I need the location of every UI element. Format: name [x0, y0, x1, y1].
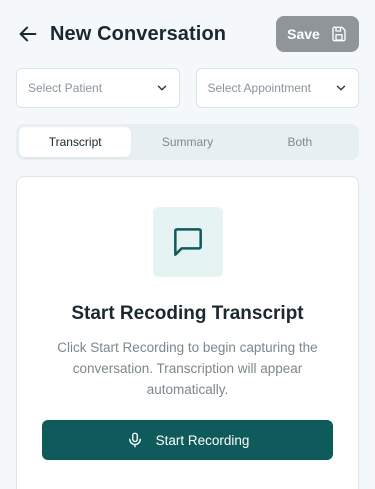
back-button[interactable]: [16, 22, 40, 46]
message-icon-tile: [153, 207, 223, 277]
arrow-left-icon: [19, 26, 37, 42]
select-appointment-placeholder: Select Appointment: [207, 81, 311, 95]
tab-both[interactable]: Both: [244, 127, 356, 157]
header: New Conversation Save: [0, 0, 375, 68]
empty-state-description: Click Start Recording to begin capturing…: [57, 340, 318, 397]
page-title: New Conversation: [50, 22, 227, 45]
chevron-down-icon: [336, 85, 346, 91]
select-row: Select Patient Select Appointment: [16, 68, 359, 108]
message-square-icon: [174, 228, 202, 256]
tab-summary[interactable]: Summary: [131, 127, 243, 157]
view-mode-tabs: Transcript Summary Both: [16, 124, 359, 160]
tab-transcript[interactable]: Transcript: [19, 127, 132, 157]
chevron-down-icon: [157, 85, 166, 91]
start-recording-label: Start Recording: [155, 432, 250, 448]
select-patient-placeholder: Select Patient: [28, 81, 103, 95]
floppy-disk-icon: [332, 26, 346, 42]
select-appointment-dropdown[interactable]: Select Appointment: [195, 68, 359, 108]
empty-state-title: Start Recoding Transcript: [71, 303, 304, 324]
save-button-label: Save: [287, 26, 320, 42]
microphone-icon: [128, 432, 141, 448]
transcript-empty-card: Start Recoding Transcript Click Start Re…: [16, 176, 359, 489]
save-button[interactable]: Save: [276, 16, 359, 52]
start-recording-button[interactable]: Start Recording: [42, 420, 333, 460]
select-patient-dropdown[interactable]: Select Patient: [16, 68, 180, 108]
new-conversation-screen: New Conversation Save Select Patient Sel…: [0, 0, 375, 489]
